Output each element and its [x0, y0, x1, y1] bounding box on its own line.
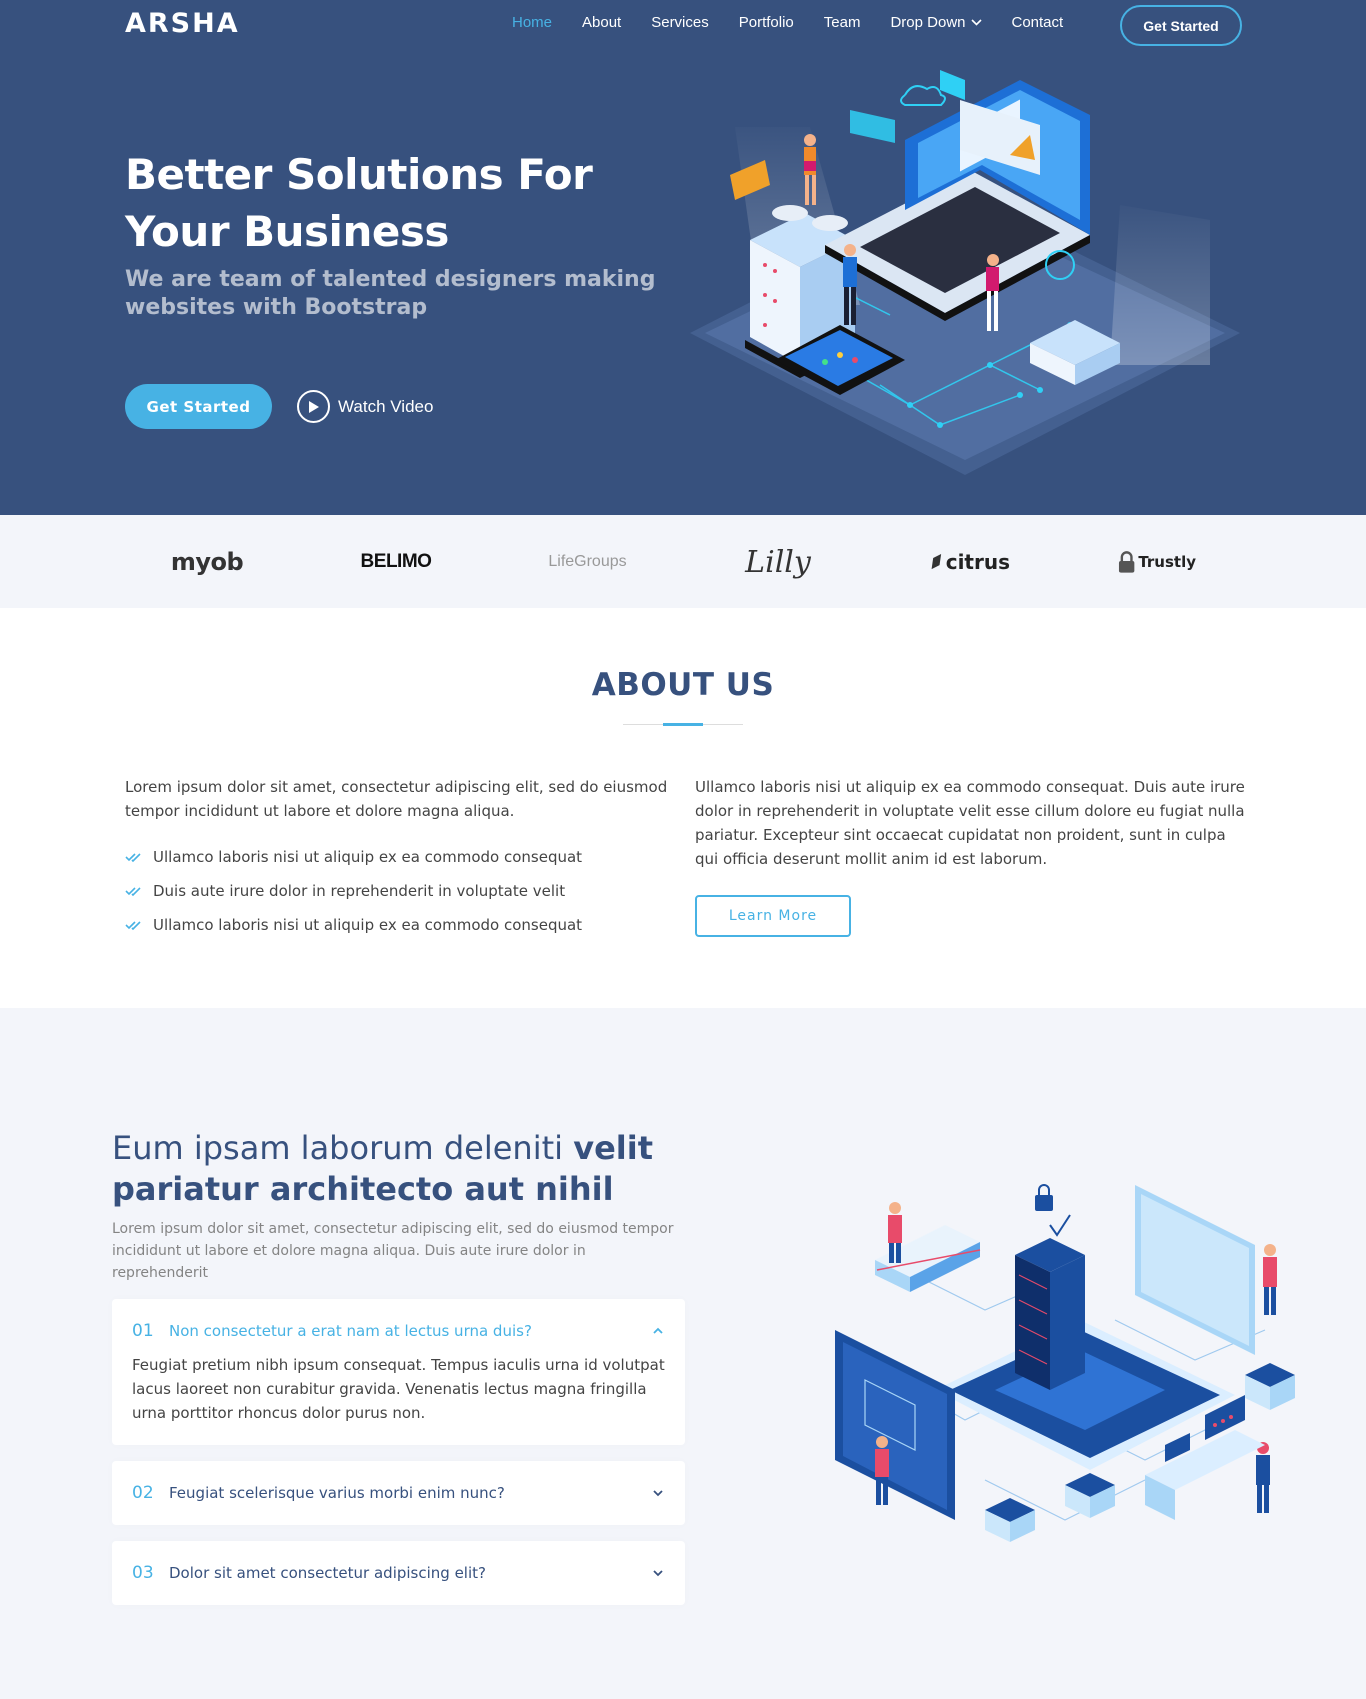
client-logo-myob[interactable]: myob: [171, 545, 244, 579]
faq-number: 02: [132, 1483, 154, 1503]
citrus-icon: [931, 554, 942, 570]
client-logo-trustly[interactable]: Trustly: [1118, 545, 1196, 579]
why-us-illustration: [835, 1184, 1295, 1542]
chevron-down-icon: [970, 19, 982, 26]
about-intro: Lorem ipsum dolor sit amet, consectetur …: [125, 778, 668, 820]
nav-about[interactable]: About: [582, 14, 621, 31]
about-list: Ullamco laboris nisi ut aliquip ex ea co…: [125, 840, 685, 942]
about-details: Ullamco laboris nisi ut aliquip ex ea co…: [695, 778, 1245, 868]
about-title: ABOUT US: [591, 667, 775, 703]
chevron-down-icon: [653, 1490, 663, 1497]
lock-icon: [1118, 551, 1135, 573]
nav-contact[interactable]: Contact: [1012, 14, 1064, 31]
hero-subtitle: We are team of talented designers making…: [125, 267, 656, 320]
faq-question: Non consectetur a erat nam at lectus urn…: [169, 1322, 532, 1340]
list-item-text: Ullamco laboris nisi ut aliquip ex ea co…: [153, 916, 583, 934]
chevron-up-icon: [653, 1327, 663, 1334]
faq-item-2: 02 Feugiat scelerisque varius morbi enim…: [112, 1461, 685, 1525]
faq-item-1: 01 Non consectetur a erat nam at lectus …: [112, 1299, 685, 1445]
play-icon: [297, 390, 330, 423]
hero-get-started-button[interactable]: Get Started: [125, 384, 272, 429]
why-us-description: Lorem ipsum dolor sit amet, consectetur …: [112, 1221, 674, 1281]
header-get-started-button[interactable]: Get Started: [1120, 5, 1242, 46]
chevron-down-icon: [653, 1570, 663, 1577]
nav-portfolio[interactable]: Portfolio: [739, 14, 794, 31]
watch-video-label: Watch Video: [338, 396, 434, 416]
logo[interactable]: ARSHA: [125, 8, 240, 39]
client-logo-belimo[interactable]: BELIMO: [356, 545, 436, 579]
nav-services[interactable]: Services: [651, 14, 709, 31]
faq-question: Feugiat scelerisque varius morbi enim nu…: [169, 1484, 505, 1502]
list-item: Ullamco laboris nisi ut aliquip ex ea co…: [125, 840, 685, 874]
list-item-text: Ullamco laboris nisi ut aliquip ex ea co…: [153, 848, 583, 866]
title-accent: [663, 723, 703, 726]
nav-team[interactable]: Team: [824, 14, 861, 31]
double-check-icon: [125, 886, 141, 896]
watch-video-link[interactable]: Watch Video: [297, 390, 433, 423]
client-logo-lilly[interactable]: Lilly: [738, 545, 818, 580]
clients-section: myob BELIMO LifeGroups Lilly citrus Trus…: [0, 515, 1366, 608]
hero-title: Better Solutions For Your Business: [125, 150, 593, 256]
faq-toggle[interactable]: 03 Dolor sit amet consectetur adipiscing…: [112, 1541, 685, 1605]
list-item: Duis aute irure dolor in reprehenderit i…: [125, 874, 685, 908]
double-check-icon: [125, 852, 141, 862]
faq-answer: Feugiat pretium nibh ipsum consequat. Te…: [132, 1356, 665, 1422]
faq-toggle[interactable]: 02 Feugiat scelerisque varius morbi enim…: [112, 1461, 685, 1525]
nav-dropdown[interactable]: Drop Down: [890, 14, 982, 31]
list-item: Ullamco laboris nisi ut aliquip ex ea co…: [125, 908, 685, 942]
client-logo-lifegroups[interactable]: LifeGroups: [545, 545, 630, 579]
nav-dropdown-label: Drop Down: [890, 14, 966, 31]
faq-number: 01: [132, 1321, 154, 1341]
list-item-text: Duis aute irure dolor in reprehenderit i…: [153, 882, 566, 900]
faq-question: Dolor sit amet consectetur adipiscing el…: [169, 1564, 486, 1582]
hero-section: ARSHA Home About Services Portfolio Team…: [0, 0, 1366, 515]
why-us-title: Eum ipsam laborum deleniti velit pariatu…: [112, 1129, 653, 1208]
faq-number: 03: [132, 1563, 154, 1583]
learn-more-button[interactable]: Learn More: [695, 895, 851, 937]
double-check-icon: [125, 920, 141, 930]
faq-item-3: 03 Dolor sit amet consectetur adipiscing…: [112, 1541, 685, 1605]
hero-illustration: [690, 70, 1240, 475]
nav-home[interactable]: Home: [512, 14, 552, 31]
client-logo-citrus[interactable]: citrus: [930, 545, 1010, 579]
main-nav: Home About Services Portfolio Team Drop …: [512, 14, 1093, 31]
